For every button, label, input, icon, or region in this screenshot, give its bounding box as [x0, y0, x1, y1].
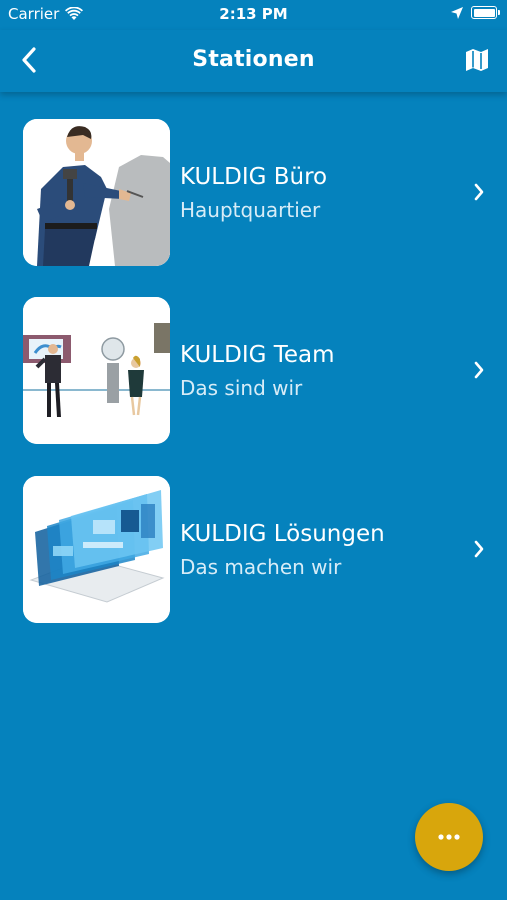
station-thumbnail-buero [23, 119, 170, 266]
station-title: KULDIG Büro [180, 164, 328, 190]
station-title: KULDIG Lösungen [180, 521, 385, 547]
station-subtitle: Das machen wir [180, 555, 342, 579]
station-title: KULDIG Team [180, 342, 335, 368]
location-arrow-icon [451, 6, 463, 19]
station-thumbnail-loesungen [23, 476, 170, 623]
station-subtitle: Hauptquartier [180, 198, 321, 222]
status-bar: Carrier 2:13 PM [0, 0, 507, 30]
station-item-team[interactable]: KULDIG Team Das sind wir [0, 297, 507, 447]
map-icon [466, 49, 488, 71]
chevron-right-icon [474, 183, 484, 201]
status-time: 2:13 PM [219, 5, 288, 23]
battery-icon [471, 6, 500, 19]
navigation-bar: Stationen [0, 30, 507, 92]
page-title: Stationen [192, 47, 315, 72]
more-icon [438, 834, 460, 840]
station-item-buero[interactable]: KULDIG Büro Hauptquartier [0, 119, 507, 269]
office-illustration-image [23, 119, 170, 266]
chevron-right-icon [474, 361, 484, 379]
team-illustration-image [23, 297, 170, 444]
map-button[interactable] [463, 46, 491, 74]
status-right [451, 6, 500, 19]
solutions-illustration-image [23, 476, 170, 623]
station-thumbnail-team [23, 297, 170, 444]
station-subtitle: Das sind wir [180, 376, 303, 400]
chevron-right-icon [474, 540, 484, 558]
more-options-button[interactable] [415, 803, 483, 871]
station-item-loesungen[interactable]: KULDIG Lösungen Das machen wir [0, 476, 507, 626]
